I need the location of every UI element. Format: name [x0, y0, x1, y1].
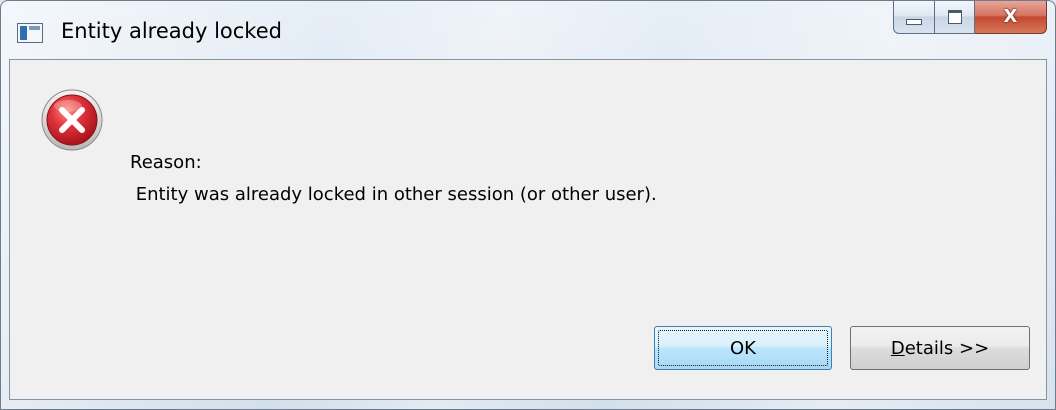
reason-label: Reason: — [130, 152, 202, 173]
caption-buttons: X — [893, 1, 1047, 35]
close-button[interactable]: X — [975, 1, 1047, 34]
window-title: Entity already locked — [61, 19, 282, 43]
title-bar[interactable]: Entity already locked X — [1, 1, 1055, 59]
app-icon-bar — [29, 26, 40, 30]
details-mnemonic: D — [890, 337, 905, 359]
reason-message: Entity was already locked in other sessi… — [130, 184, 657, 205]
minimize-icon — [906, 19, 922, 25]
dialog-window: Entity already locked X Reason: Entity w… — [0, 0, 1056, 410]
maximize-icon — [947, 10, 962, 24]
app-icon-panel — [20, 26, 27, 40]
details-button-label: etails >> — [904, 337, 990, 359]
maximize-button[interactable] — [935, 1, 975, 34]
app-icon[interactable] — [17, 23, 43, 43]
ok-button-label: OK — [730, 337, 756, 359]
dialog-content: Reason: Entity was already locked in oth… — [9, 59, 1047, 400]
close-icon: X — [1003, 6, 1018, 27]
error-icon — [41, 89, 103, 151]
ok-button[interactable]: OK — [654, 326, 832, 370]
minimize-button[interactable] — [893, 1, 935, 34]
details-button[interactable]: Details >> — [850, 326, 1030, 370]
